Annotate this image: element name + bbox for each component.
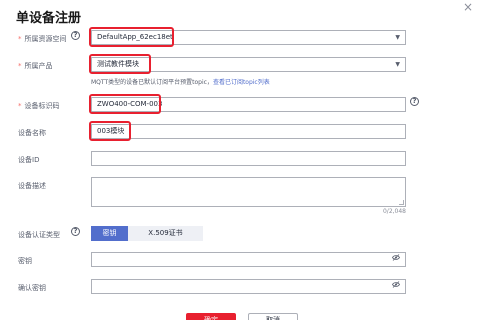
device-name-input[interactable]: 003模块 (91, 124, 406, 139)
highlight-box (89, 54, 151, 74)
product-hint: MQTT类型的设备已默认订阅平台预置topic，查看已订阅topic列表 (91, 77, 270, 86)
secret-label: 密钥 (18, 257, 32, 265)
device-id-input[interactable] (91, 151, 406, 166)
cancel-button[interactable]: 取消 (248, 313, 298, 320)
caret-down-icon: ▼ (395, 34, 400, 41)
register-device-dialog: 单设备注册 × 所属资源空间 ? DefaultApp_62ec18et ▼ 所… (0, 0, 480, 320)
caret-down-icon: ▼ (395, 61, 400, 68)
question-circle-icon[interactable]: ? (71, 227, 80, 236)
device-id-label: 设备ID (18, 156, 40, 164)
highlight-box (89, 94, 161, 114)
auth-type-label: 设备认证类型 (18, 231, 60, 239)
close-icon[interactable]: × (463, 0, 473, 14)
highlight-box (89, 121, 131, 141)
node-id-label: 设备标识码 (18, 101, 60, 111)
eye-off-icon[interactable] (392, 254, 400, 261)
description-label: 设备描述 (18, 182, 46, 190)
confirm-button[interactable]: 确定 (186, 313, 236, 320)
resource-space-label: 所属资源空间 (18, 34, 67, 44)
question-circle-icon[interactable]: ? (410, 97, 419, 106)
description-counter: 0/2,048 (382, 208, 406, 215)
auth-type-secret-option[interactable]: 密钥 (91, 226, 128, 241)
resize-handle-icon[interactable] (399, 200, 404, 205)
secret-input[interactable] (91, 252, 406, 267)
description-textarea[interactable] (91, 177, 406, 207)
subscribed-topics-link[interactable]: 查看已订阅topic列表 (213, 79, 270, 86)
product-hint-text: MQTT类型的设备已默认订阅平台预置topic， (91, 79, 213, 86)
question-circle-icon[interactable]: ? (71, 31, 80, 40)
eye-off-icon[interactable] (392, 281, 400, 288)
confirm-secret-label: 确认密钥 (18, 284, 46, 292)
confirm-secret-input[interactable] (91, 279, 406, 294)
device-name-label: 设备名称 (18, 129, 46, 137)
highlight-box (89, 27, 174, 47)
dialog-title: 单设备注册 (16, 11, 82, 26)
auth-type-x509-option[interactable]: X.509证书 (128, 226, 203, 241)
product-label: 所属产品 (18, 61, 53, 71)
